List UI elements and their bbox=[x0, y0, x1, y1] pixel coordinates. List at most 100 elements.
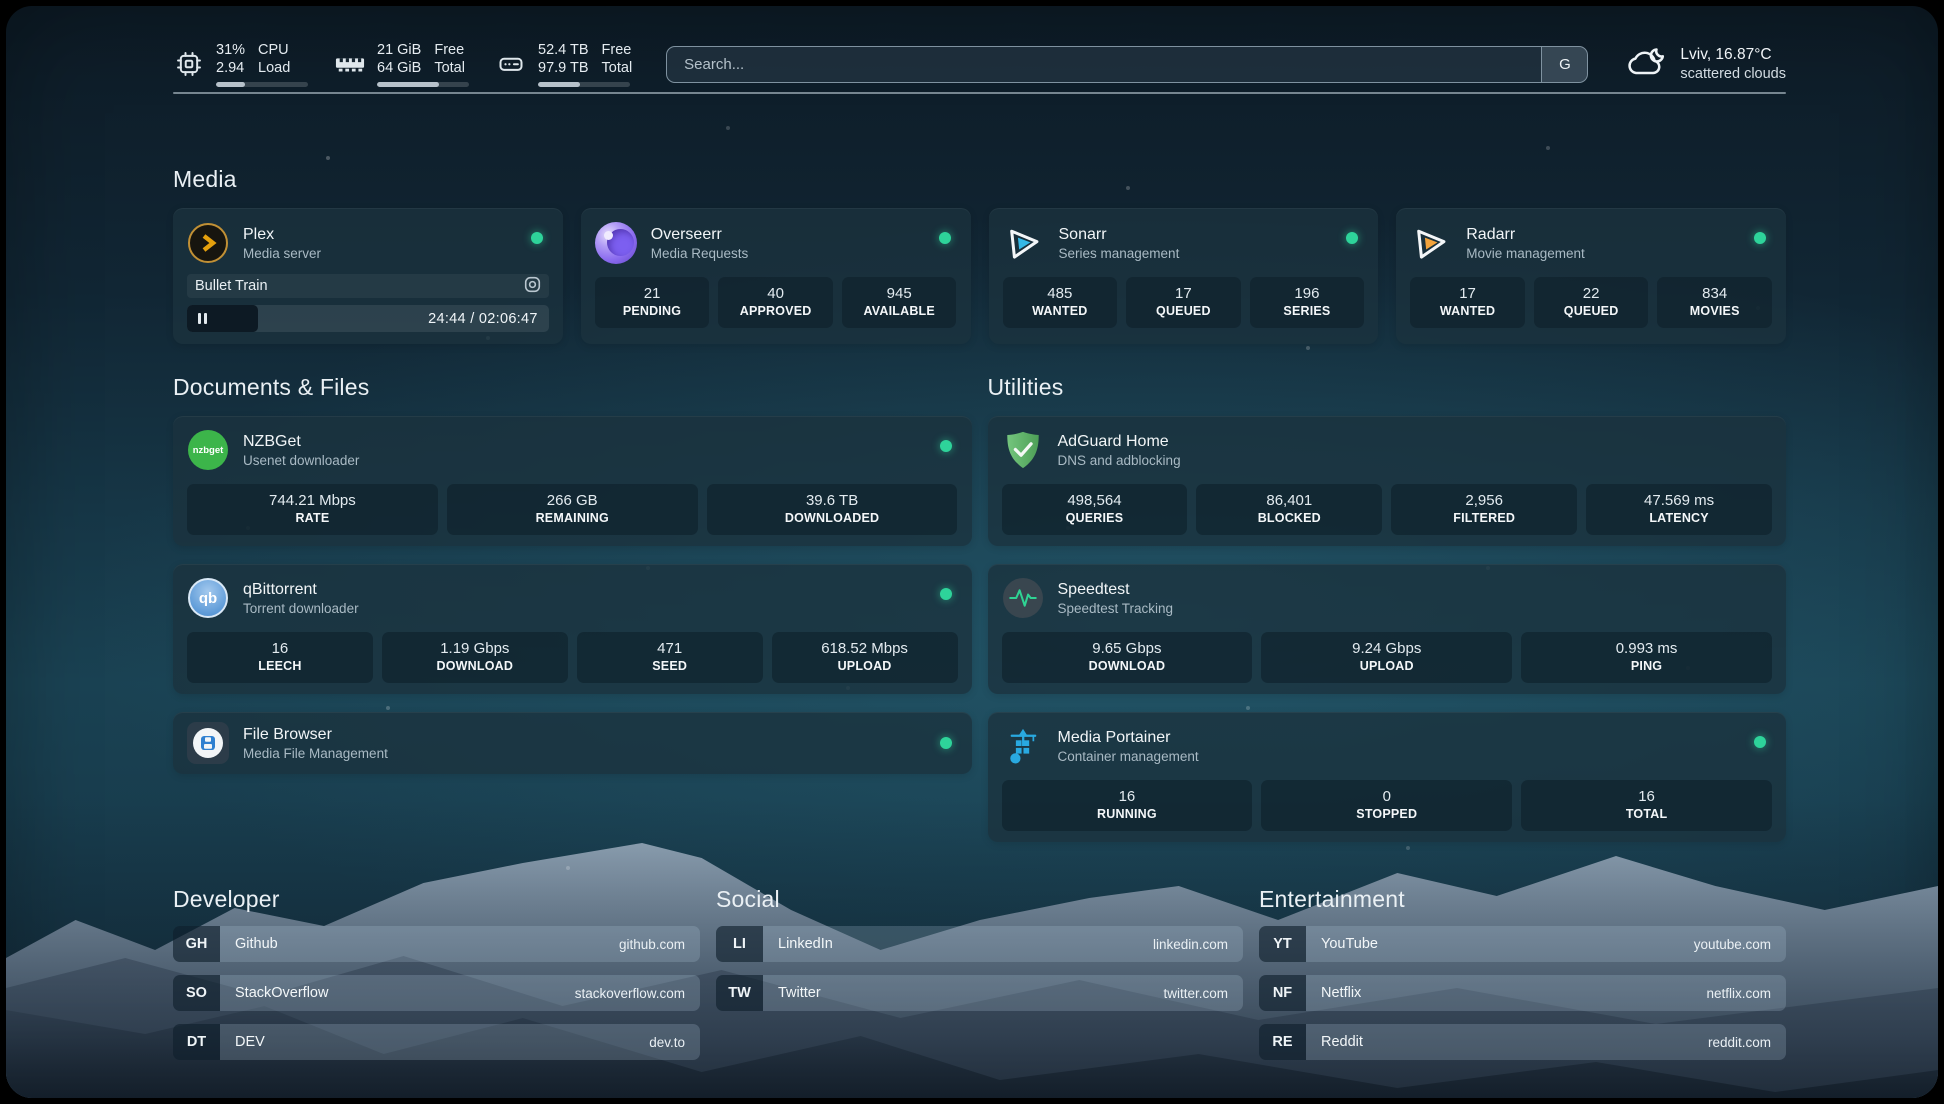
search-input[interactable] bbox=[666, 46, 1588, 83]
adguard-shield-icon bbox=[1002, 429, 1044, 471]
bookmark-reddit[interactable]: RE Reddit reddit.com bbox=[1259, 1024, 1786, 1060]
filebrowser-icon bbox=[187, 722, 229, 764]
top-bar: 31% 2.94 CPU Load bbox=[173, 6, 1786, 92]
radarr-icon bbox=[1408, 220, 1454, 266]
stat-box: 86,401BLOCKED bbox=[1196, 484, 1382, 535]
ram-free-label: Free bbox=[434, 41, 465, 59]
portainer-crane-icon bbox=[1002, 725, 1044, 767]
snow-specks bbox=[6, 6, 10, 10]
playback-progress-bar: 24:44 / 02:06:47 bbox=[187, 305, 549, 332]
overseerr-icon bbox=[595, 222, 637, 264]
playback-progress-fill bbox=[187, 305, 258, 332]
documents-column: Documents & Files nzbget NZBGet Usenet d… bbox=[173, 374, 972, 774]
cpu-load-value: 2.94 bbox=[216, 59, 245, 77]
now-playing-title: Bullet Train bbox=[195, 278, 268, 294]
service-card-filebrowser[interactable]: File Browser Media File Management bbox=[173, 712, 972, 774]
bookmark-netflix[interactable]: NF Netflix netflix.com bbox=[1259, 975, 1786, 1011]
service-card-speedtest[interactable]: Speedtest Speedtest Tracking 9.65 GbpsDO… bbox=[988, 564, 1787, 694]
stat-box: 498,564QUERIES bbox=[1002, 484, 1188, 535]
cpu-load-label: Load bbox=[258, 59, 290, 77]
service-description: Series management bbox=[1059, 245, 1180, 263]
status-indicator bbox=[940, 440, 952, 452]
service-description: Media Requests bbox=[651, 245, 749, 263]
stat-box: 2,956FILTERED bbox=[1391, 484, 1577, 535]
bookmark-url: netflix.com bbox=[1706, 986, 1771, 1001]
stat-box: 16TOTAL bbox=[1521, 780, 1772, 831]
stat-box: 834MOVIES bbox=[1657, 277, 1772, 328]
bookmark-url: dev.to bbox=[649, 1035, 685, 1050]
bookmark-name: Netflix bbox=[1321, 985, 1361, 1001]
service-card-portainer[interactable]: Media Portainer Container management 16R… bbox=[988, 712, 1787, 842]
bookmark-youtube[interactable]: YT YouTube youtube.com bbox=[1259, 926, 1786, 962]
speedtest-pulse-icon bbox=[1002, 577, 1044, 619]
bookmark-name: Reddit bbox=[1321, 1034, 1363, 1050]
ram-icon bbox=[334, 53, 366, 75]
service-name: Sonarr bbox=[1059, 224, 1180, 245]
storage-stat-widget: 52.4 TB 97.9 TB Free Total bbox=[495, 41, 632, 87]
bookmark-url: linkedin.com bbox=[1153, 937, 1228, 952]
stat-box: 39.6 TBDOWNLOADED bbox=[707, 484, 958, 535]
service-name: Overseerr bbox=[651, 224, 749, 245]
stat-box: 9.65 GbpsDOWNLOAD bbox=[1002, 632, 1253, 683]
service-card-plex[interactable]: Plex Media server Bullet Train bbox=[173, 208, 563, 344]
status-indicator bbox=[940, 588, 952, 600]
media-cards-row: Plex Media server Bullet Train bbox=[173, 208, 1786, 344]
topbar-divider bbox=[173, 92, 1786, 94]
sonarr-icon bbox=[1000, 220, 1046, 266]
service-card-nzbget[interactable]: nzbget NZBGet Usenet downloader 744.21 M… bbox=[173, 416, 972, 546]
dashboard-frame: 31% 2.94 CPU Load bbox=[6, 6, 1938, 1098]
bookmark-github[interactable]: GH Github github.com bbox=[173, 926, 700, 962]
nzbget-icon: nzbget bbox=[187, 429, 229, 471]
pause-icon bbox=[198, 313, 201, 324]
stat-box: 485WANTED bbox=[1003, 277, 1118, 328]
service-card-adguard[interactable]: AdGuard Home DNS and adblocking 498,564Q… bbox=[988, 416, 1787, 546]
stat-box: 21PENDING bbox=[595, 277, 710, 328]
bookmark-name: Twitter bbox=[778, 985, 821, 1001]
service-card-qbittorrent[interactable]: qb qBittorrent Torrent downloader 16LEEC… bbox=[173, 564, 972, 694]
section-title-developer: Developer bbox=[173, 886, 700, 913]
cpu-usage-value: 31% bbox=[216, 41, 245, 59]
ram-progress-bar bbox=[377, 82, 469, 87]
service-name: Speedtest bbox=[1058, 579, 1174, 600]
bookmark-url: github.com bbox=[619, 937, 685, 952]
bookmark-dev[interactable]: DT DEV dev.to bbox=[173, 1024, 700, 1060]
service-card-overseerr[interactable]: Overseerr Media Requests 21PENDING 40APP… bbox=[581, 208, 971, 344]
service-card-sonarr[interactable]: Sonarr Series management 485WANTED 17QUE… bbox=[989, 208, 1379, 344]
service-card-radarr[interactable]: Radarr Movie management 17WANTED 22QUEUE… bbox=[1396, 208, 1786, 344]
bookmark-twitter[interactable]: TW Twitter twitter.com bbox=[716, 975, 1243, 1011]
status-indicator bbox=[939, 232, 951, 244]
service-name: NZBGet bbox=[243, 431, 359, 452]
playback-time: 24:44 / 02:06:47 bbox=[428, 305, 538, 332]
bookmark-stackoverflow[interactable]: SO StackOverflow stackoverflow.com bbox=[173, 975, 700, 1011]
stat-box: 22QUEUED bbox=[1534, 277, 1649, 328]
cloud-moon-icon bbox=[1624, 44, 1668, 85]
stat-box: 618.52 MbpsUPLOAD bbox=[772, 632, 958, 683]
bookmark-name: LinkedIn bbox=[778, 936, 833, 952]
disk-progress-bar bbox=[538, 82, 630, 87]
search-bar: G bbox=[666, 46, 1588, 83]
service-name: Media Portainer bbox=[1058, 727, 1199, 748]
cpu-stat-widget: 31% 2.94 CPU Load bbox=[173, 41, 308, 87]
bookmark-linkedin[interactable]: LI LinkedIn linkedin.com bbox=[716, 926, 1243, 962]
stat-box: 945AVAILABLE bbox=[842, 277, 957, 328]
stat-box: 1.19 GbpsDOWNLOAD bbox=[382, 632, 568, 683]
stat-box: 47.569 msLATENCY bbox=[1586, 484, 1772, 535]
disk-icon bbox=[495, 50, 527, 78]
bookmark-url: youtube.com bbox=[1694, 937, 1771, 952]
bookmark-name: YouTube bbox=[1321, 936, 1378, 952]
now-playing-row: Bullet Train bbox=[187, 274, 549, 298]
status-indicator bbox=[531, 232, 543, 244]
service-description: Container management bbox=[1058, 748, 1199, 766]
disc-icon bbox=[524, 276, 541, 297]
stat-box: 16LEECH bbox=[187, 632, 373, 683]
section-title-utilities: Utilities bbox=[988, 374, 1787, 401]
cpu-progress-bar bbox=[216, 82, 308, 87]
service-name: File Browser bbox=[243, 724, 388, 745]
weather-condition: scattered clouds bbox=[1680, 65, 1786, 84]
section-title-entertainment: Entertainment bbox=[1259, 886, 1786, 913]
search-provider-button[interactable]: G bbox=[1541, 47, 1587, 82]
status-indicator bbox=[1346, 232, 1358, 244]
stat-box: 744.21 MbpsRATE bbox=[187, 484, 438, 535]
ram-total-label: Total bbox=[434, 59, 465, 77]
bookmark-name: DEV bbox=[235, 1034, 265, 1050]
